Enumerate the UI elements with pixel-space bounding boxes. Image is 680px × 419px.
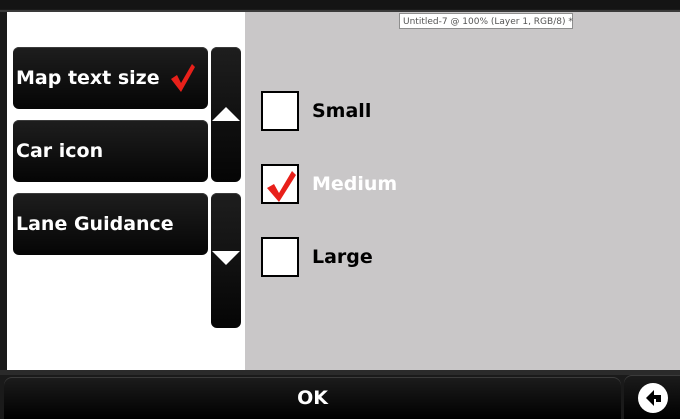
option-small[interactable]: Small (261, 89, 371, 133)
triangle-up-icon (212, 107, 240, 121)
checkbox-large[interactable] (261, 237, 299, 277)
back-arrow-icon (638, 383, 668, 413)
ok-label: OK (297, 387, 328, 409)
triangle-down-icon (212, 251, 240, 265)
menu-item-label: Lane Guidance (16, 213, 174, 235)
checkbox-small[interactable] (261, 91, 299, 131)
menu-item-label: Car icon (16, 140, 104, 162)
tooltip-text: Untitled-7 @ 100% (Layer 1, RGB/8) * (403, 17, 573, 27)
option-large[interactable]: Large (261, 235, 373, 279)
menu-item-car-icon[interactable]: Car icon (13, 120, 208, 182)
menu-item-label: Map text size (16, 67, 160, 89)
screen-frame: Untitled-7 @ 100% (Layer 1, RGB/8) * Map… (0, 0, 680, 419)
menu-item-map-text-size[interactable]: Map text size (13, 47, 208, 109)
scroll-up-button[interactable] (211, 47, 241, 182)
check-icon (170, 63, 196, 93)
scroll-down-button[interactable] (211, 193, 241, 328)
option-label: Small (312, 100, 372, 122)
check-icon (267, 171, 296, 202)
bottom-divider (0, 370, 680, 375)
option-medium[interactable]: Medium (261, 162, 397, 206)
back-button[interactable] (624, 375, 680, 419)
option-label: Medium (312, 173, 398, 195)
tooltip: Untitled-7 @ 100% (Layer 1, RGB/8) * (399, 13, 573, 29)
ok-button[interactable]: OK (4, 377, 621, 419)
option-label: Large (312, 246, 373, 268)
checkbox-medium[interactable] (261, 164, 299, 204)
top-bar (0, 0, 680, 9)
menu-item-lane-guidance[interactable]: Lane Guidance (13, 193, 208, 255)
